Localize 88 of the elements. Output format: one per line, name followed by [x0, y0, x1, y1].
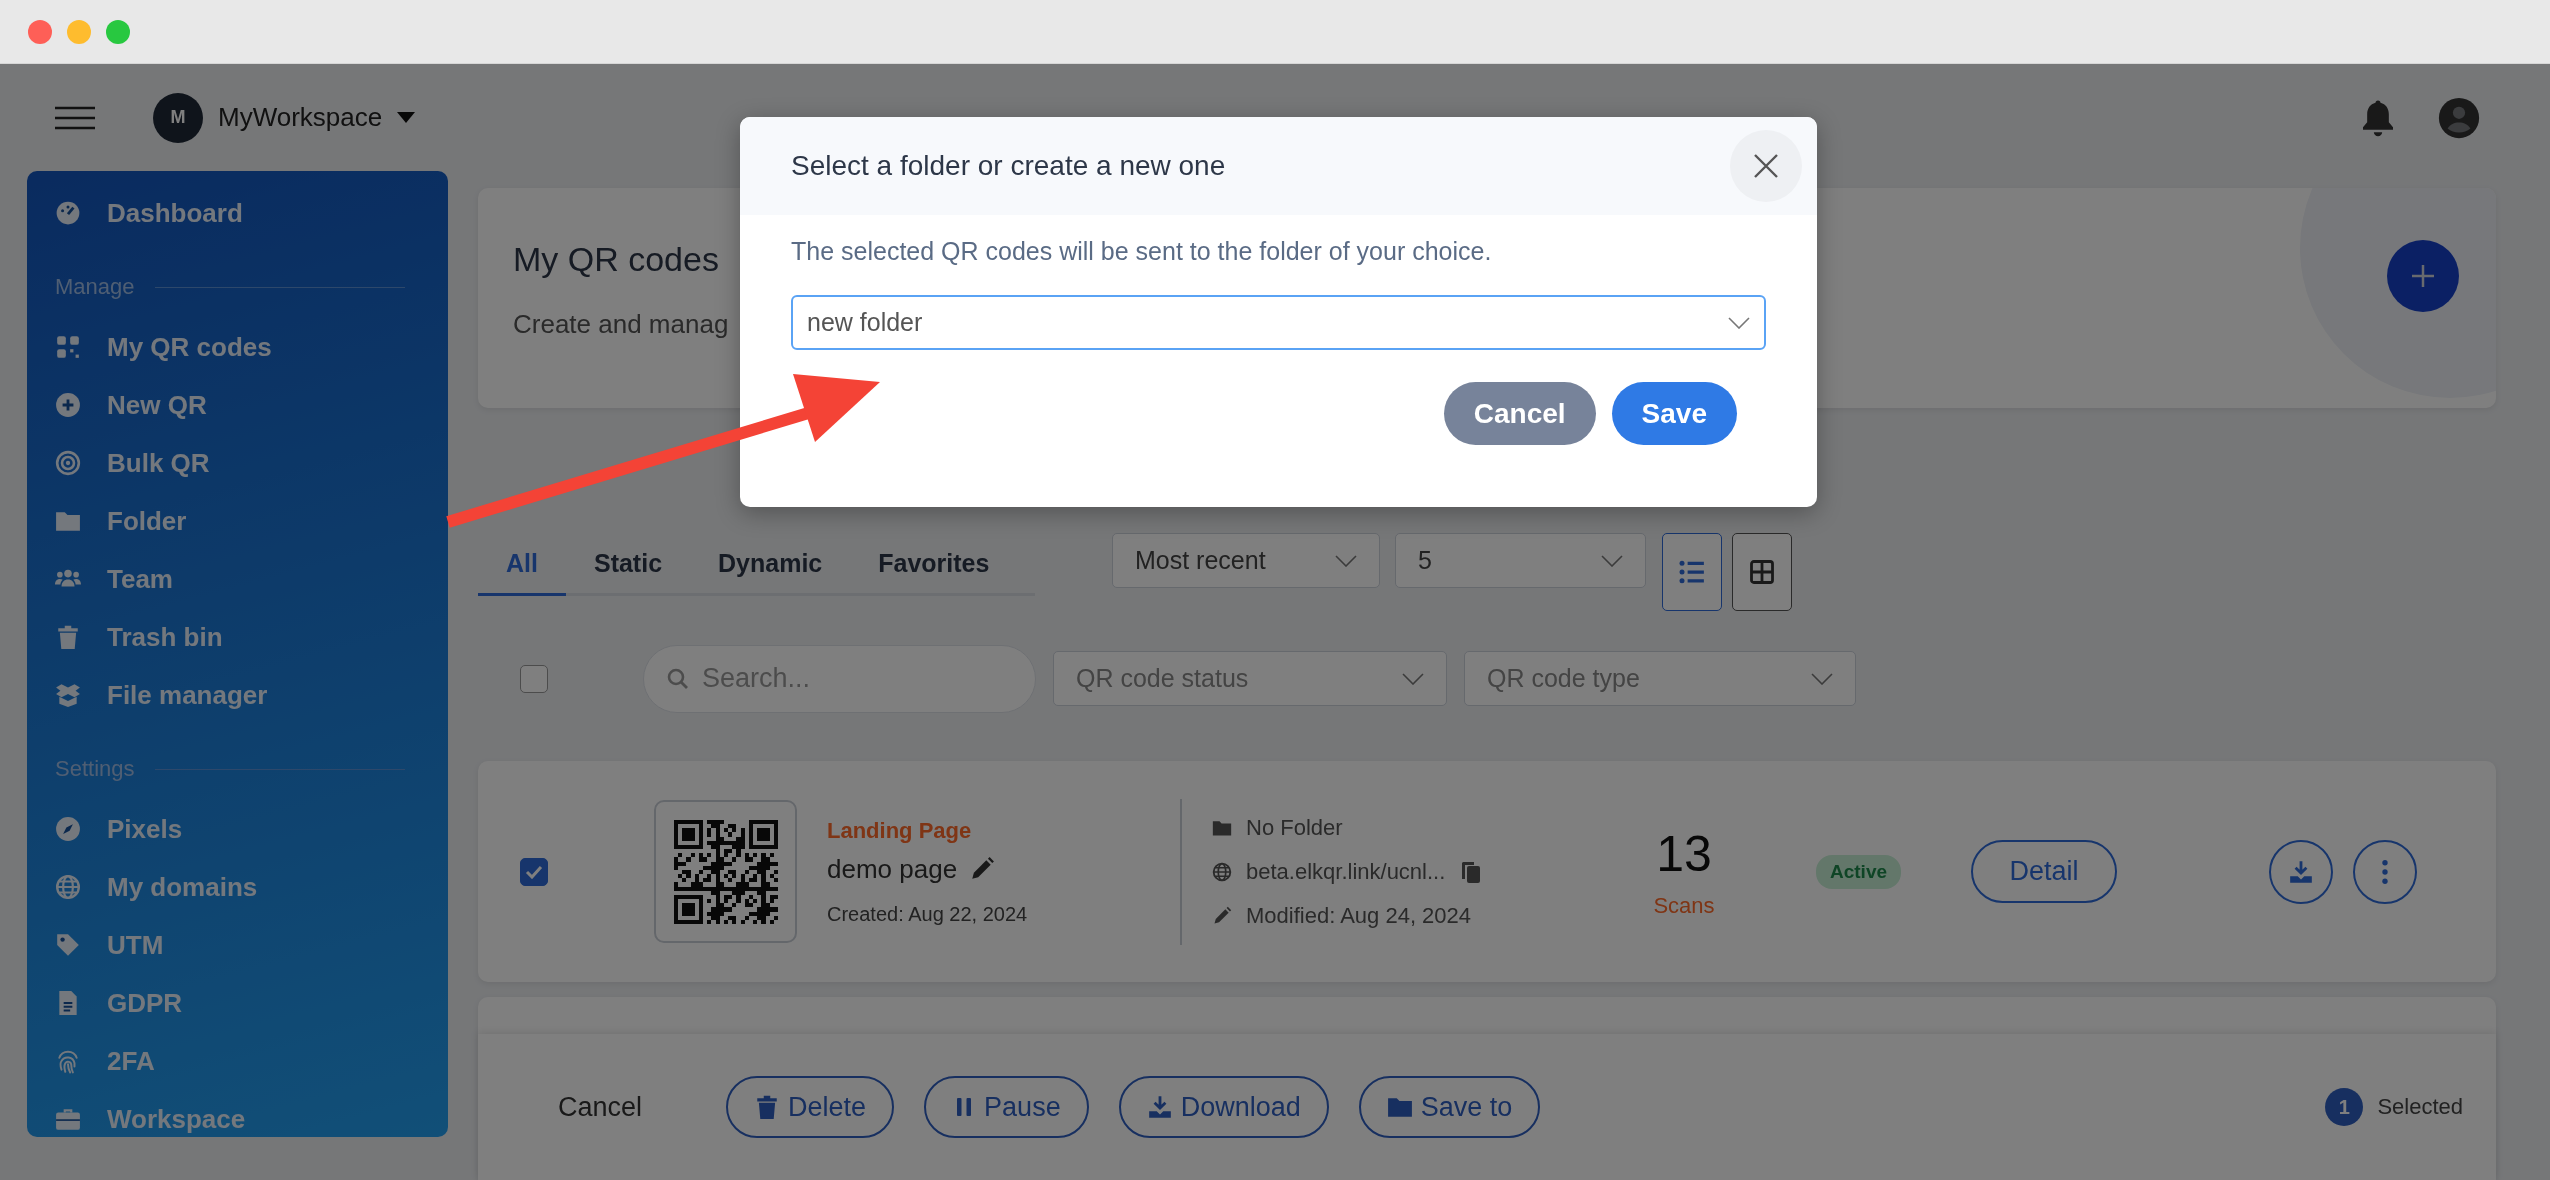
- short-link[interactable]: beta.elkqr.link/ucnl...: [1246, 858, 1446, 885]
- modified-date: Modified: Aug 24, 2024: [1246, 902, 1472, 929]
- page-title: My QR codes: [513, 240, 720, 279]
- sidebar-item[interactable]: New QR: [55, 376, 405, 434]
- plus-icon: [2410, 263, 2436, 289]
- target-icon: [55, 450, 81, 476]
- bulk-action-button[interactable]: Download: [1118, 1076, 1329, 1138]
- sidebar-item[interactable]: Trash bin: [55, 608, 405, 666]
- page-size-select[interactable]: 5: [1395, 533, 1646, 588]
- qr-type: Landing Page: [827, 817, 973, 844]
- section-heading: Settings: [55, 756, 135, 782]
- window-maximize-button[interactable]: [106, 19, 130, 44]
- menu-button[interactable]: [55, 105, 95, 130]
- sidebar-item[interactable]: Pixels: [55, 800, 405, 858]
- bulk-action-button[interactable]: Save to: [1358, 1076, 1541, 1138]
- save-button[interactable]: Save: [1611, 382, 1737, 445]
- filter-tab[interactable]: All: [478, 533, 566, 596]
- filter-tab[interactable]: Static: [565, 533, 691, 596]
- chevron-down-icon: [1811, 672, 1833, 685]
- pencil-icon: [1212, 905, 1232, 926]
- sidebar-item[interactable]: Bulk QR: [55, 434, 405, 492]
- scans-label: Scans: [1653, 892, 1715, 919]
- section-heading: Manage: [55, 274, 135, 300]
- plus-circle-icon: [55, 392, 81, 418]
- list-view-button[interactable]: [1662, 533, 1722, 611]
- more-icon: [2382, 859, 2389, 884]
- globe-icon: [1212, 861, 1232, 882]
- folder-name: No Folder: [1246, 814, 1343, 841]
- filter-tab[interactable]: Dynamic: [690, 533, 851, 596]
- detail-button[interactable]: Detail: [1971, 840, 2118, 903]
- globe-icon: [55, 874, 81, 900]
- qr-name: demo page: [827, 853, 958, 885]
- tag-icon: [55, 932, 81, 958]
- status-badge: Active: [1816, 854, 1902, 889]
- scan-count: 13: [1656, 824, 1712, 883]
- sidebar-item[interactable]: Workspace: [55, 1090, 405, 1148]
- selected-label: Selected: [2377, 1094, 2463, 1120]
- menu-icon: [55, 105, 95, 130]
- gauge-icon: [55, 200, 81, 226]
- check-icon: [525, 864, 543, 879]
- dialog-message: The selected QR codes will be sent to the folder of your choice.: [791, 237, 1493, 266]
- grid-view-button[interactable]: [1732, 533, 1792, 611]
- checkbox[interactable]: [520, 664, 548, 693]
- chevron-down-icon: [1728, 316, 1750, 329]
- created-date: Created: Aug 22, 2024: [827, 902, 1029, 926]
- user-icon: [2438, 96, 2480, 139]
- sidebar-item[interactable]: Team: [55, 550, 405, 608]
- chevron-down-icon: [1601, 554, 1623, 567]
- chevron-down-icon: [1402, 672, 1424, 685]
- sidebar-item[interactable]: Dashboard: [55, 184, 405, 242]
- account-button[interactable]: [2438, 96, 2480, 139]
- filter-tab[interactable]: Favorites: [850, 533, 1018, 596]
- caret-down-icon: [397, 112, 416, 123]
- sidebar-item[interactable]: Folder: [55, 492, 405, 550]
- sidebar-item[interactable]: 2FA: [55, 1032, 405, 1090]
- download-icon: [2288, 858, 2315, 885]
- compass-icon: [55, 816, 81, 842]
- pencil-icon: [969, 856, 996, 882]
- qr-code-icon: [55, 334, 81, 360]
- bulk-action-button[interactable]: Delete: [726, 1076, 895, 1138]
- sidebar-item[interactable]: My QR codes: [55, 318, 405, 376]
- close-icon: [1752, 152, 1780, 180]
- chevron-down-icon: [1335, 554, 1357, 567]
- sidebar-item[interactable]: GDPR: [55, 974, 405, 1032]
- checkbox[interactable]: [520, 857, 548, 886]
- sort-select[interactable]: Most recent: [1112, 533, 1380, 588]
- workspace-switcher[interactable]: M MyWorkspace: [153, 92, 416, 143]
- folder-select[interactable]: new folder: [791, 295, 1766, 350]
- sidebar-item[interactable]: File manager: [55, 666, 405, 724]
- sidebar-item[interactable]: My domains: [55, 858, 405, 916]
- trash-icon: [55, 624, 81, 650]
- qr-code-icon: [673, 819, 778, 924]
- box-icon: [55, 682, 81, 708]
- selection-count: 1: [2325, 1088, 2364, 1126]
- bulk-action-button[interactable]: Pause: [924, 1076, 1089, 1138]
- cancel-button[interactable]: Cancel: [558, 1091, 643, 1123]
- dialog-title: Select a folder or create a new one: [791, 150, 1226, 182]
- fingerprint-icon: [55, 1048, 81, 1074]
- status-select[interactable]: QR code status: [1053, 651, 1447, 706]
- grid-icon: [1748, 558, 1776, 586]
- download-icon: [1146, 1094, 1173, 1120]
- sidebar-item[interactable]: UTM: [55, 916, 405, 974]
- search-icon: [666, 666, 690, 691]
- type-select[interactable]: QR code type: [1464, 651, 1856, 706]
- page-subtitle: Create and manag: [513, 309, 729, 340]
- cancel-button[interactable]: Cancel: [1443, 382, 1596, 445]
- briefcase-icon: [55, 1106, 81, 1132]
- window-close-button[interactable]: [28, 19, 52, 44]
